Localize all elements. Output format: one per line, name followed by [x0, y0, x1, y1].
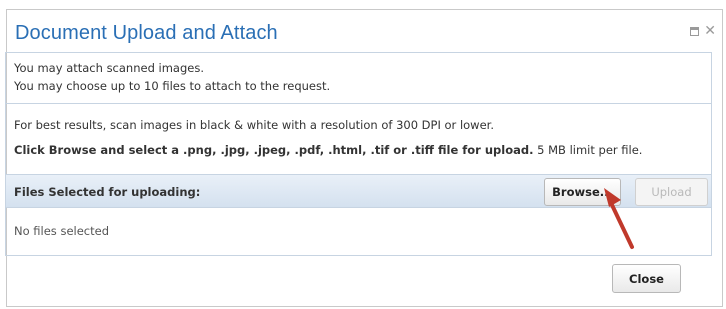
dialog-title: Document Upload and Attach [15, 22, 278, 44]
info-line-attach: You may attach scanned images. [14, 61, 205, 75]
maximize-icon[interactable] [690, 26, 700, 36]
no-files-text: No files selected [14, 224, 109, 238]
window-controls: ✕ [690, 24, 716, 38]
info-line-browse: Click Browse and select a .png, .jpg, .j… [14, 143, 642, 157]
files-header-label: Files Selected for uploading: [14, 185, 201, 199]
info-line-dpi: For best results, scan images in black &… [14, 118, 494, 132]
close-icon[interactable]: ✕ [704, 24, 716, 38]
info-panel-general: You may attach scanned images. You may c… [5, 52, 712, 104]
browse-instructions: Click Browse and select a .png, .jpg, .j… [14, 143, 534, 157]
size-limit-text: 5 MB limit per file. [533, 143, 643, 157]
info-panel-instructions: For best results, scan images in black &… [5, 104, 712, 175]
info-line-limit: You may choose up to 10 files to attach … [14, 79, 331, 93]
pointer-arrow-icon [604, 188, 634, 249]
close-button[interactable]: Close [612, 264, 681, 293]
